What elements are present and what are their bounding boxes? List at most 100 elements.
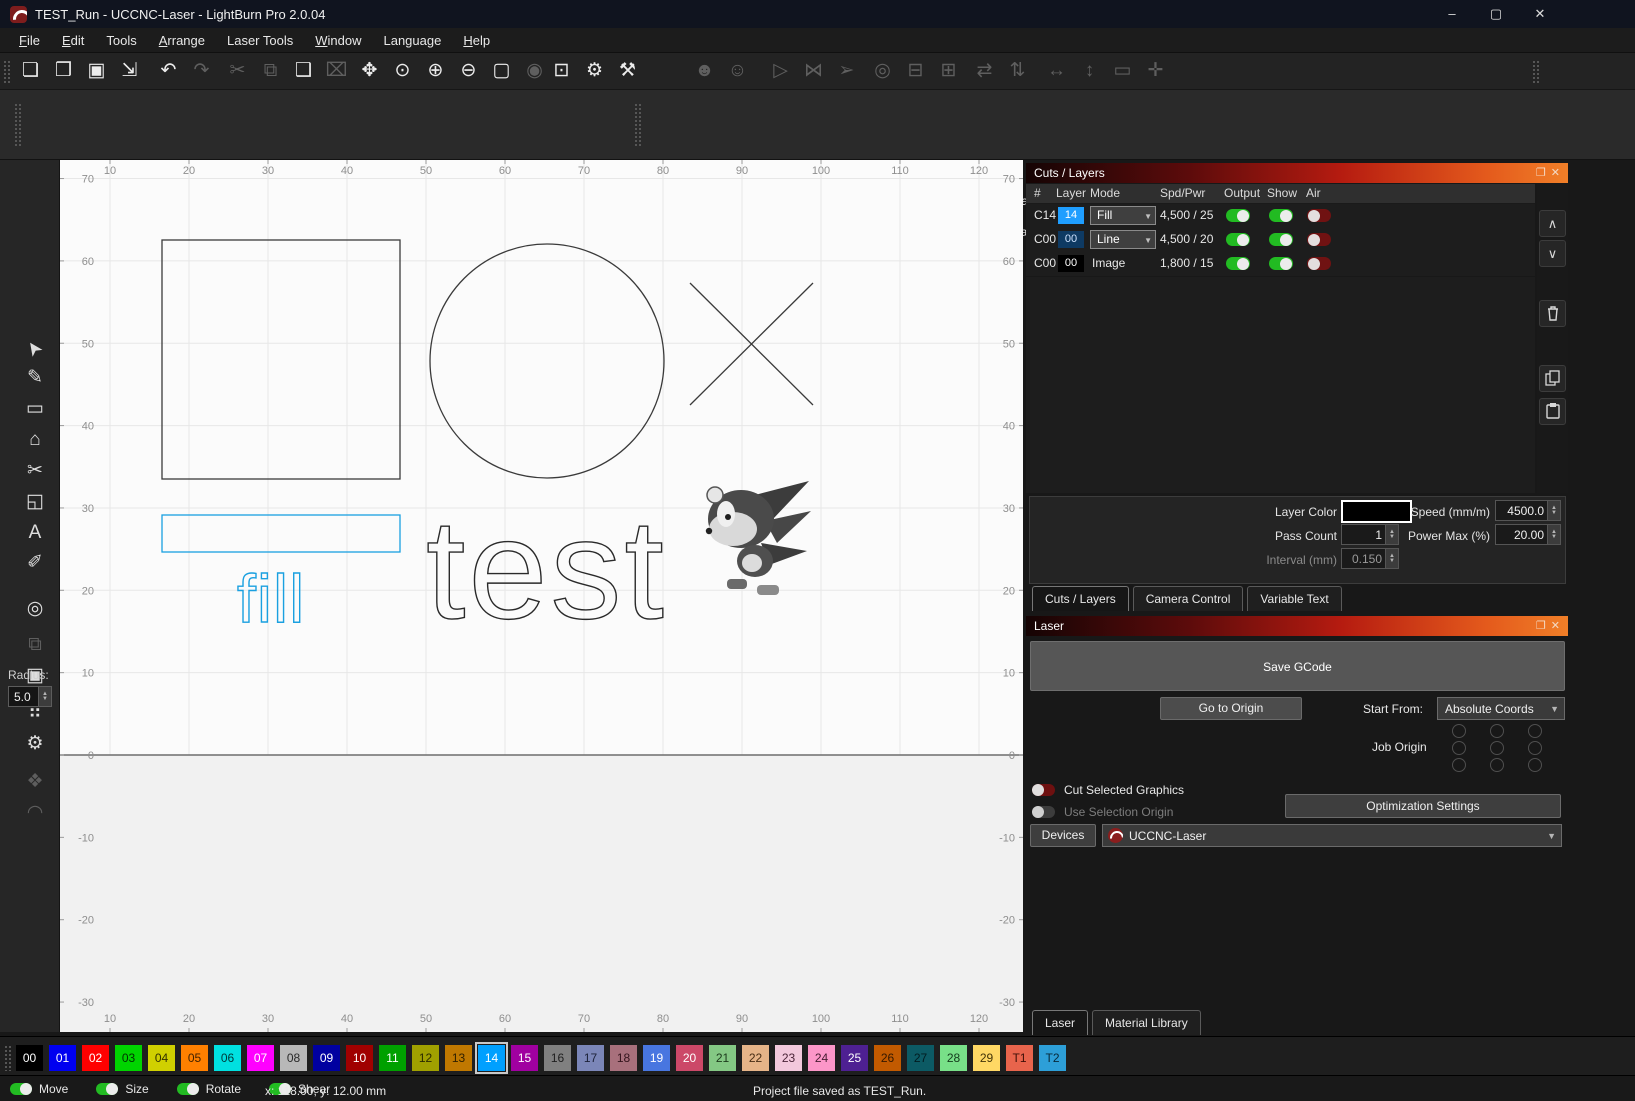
device-select[interactable]: UCCNC-Laser ▼	[1102, 824, 1562, 847]
goto-origin-button[interactable]: Go to Origin	[1160, 697, 1302, 720]
move-cross-icon[interactable]: ✛	[1139, 55, 1172, 87]
layer-paste-button[interactable]	[1539, 398, 1566, 425]
layer-delete-button[interactable]	[1539, 300, 1566, 327]
palette-02[interactable]: 02	[82, 1045, 109, 1071]
tab-variable-text[interactable]: Variable Text	[1247, 586, 1342, 611]
menu-help[interactable]: Help	[452, 33, 501, 48]
palette-11[interactable]: 11	[379, 1045, 406, 1071]
round-shape-tool[interactable]: ❖	[18, 768, 52, 796]
arc-tool-tool[interactable]: ◠	[18, 799, 52, 827]
layer-color-chip[interactable]: 14	[1058, 207, 1084, 224]
speed-spinner[interactable]: ▲ ▼	[1547, 501, 1560, 520]
start-from-select[interactable]: Absolute Coords ▼	[1437, 697, 1565, 720]
canvas-drawing[interactable]: 1010202030304040505060607070808090901001…	[60, 160, 1023, 1032]
status-size-toggle[interactable]	[96, 1083, 119, 1095]
toolbar-overflow-handle[interactable]	[1532, 60, 1540, 84]
layer-move-down-button[interactable]: ∨	[1539, 240, 1566, 267]
edit-nodes-tool[interactable]: ◱	[18, 488, 52, 516]
palette-24[interactable]: 24	[808, 1045, 835, 1071]
palette-05[interactable]: 05	[181, 1045, 208, 1071]
save-gcode-button[interactable]: Save GCode	[1030, 641, 1565, 691]
palette-21[interactable]: 21	[709, 1045, 736, 1071]
cut-selected-toggle[interactable]	[1032, 784, 1055, 796]
float-laser-icon[interactable]: ❐	[1536, 619, 1546, 633]
show-toggle[interactable]	[1269, 209, 1293, 222]
job-origin-selector[interactable]	[1452, 724, 1566, 775]
measure-tool[interactable]: ✐	[18, 549, 52, 577]
new-file-icon[interactable]: ❏	[14, 55, 47, 87]
show-toggle[interactable]	[1269, 257, 1293, 270]
show-toggle[interactable]	[1269, 233, 1293, 246]
group-icon[interactable]: ☻	[688, 55, 721, 87]
laser-panel-header[interactable]: Laser ❐ ✕	[1026, 616, 1568, 636]
air-toggle[interactable]	[1307, 257, 1331, 270]
layer-row[interactable]: C00 00 Line ▼ 4,500 / 20	[1026, 228, 1535, 252]
machine-settings-icon[interactable]: ⚒	[611, 55, 644, 87]
tab-cuts-layers[interactable]: Cuts / Layers	[1032, 586, 1129, 611]
ungroup-icon[interactable]: ☺	[721, 55, 754, 87]
flip-vertical-icon[interactable]: ▷	[764, 55, 797, 87]
palette-22[interactable]: 22	[742, 1045, 769, 1071]
polygon-tool[interactable]: ⌂	[18, 426, 52, 454]
palette-25[interactable]: 25	[841, 1045, 868, 1071]
size-v-icon[interactable]: ↕	[1073, 55, 1106, 87]
palette-26[interactable]: 26	[874, 1045, 901, 1071]
palette-T2[interactable]: T2	[1039, 1045, 1066, 1071]
palette-27[interactable]: 27	[907, 1045, 934, 1071]
offset-shapes-tool[interactable]: ⧉	[18, 631, 52, 659]
toolbar-drag-handle[interactable]	[3, 60, 11, 84]
settings-gear-icon[interactable]: ⚙	[578, 55, 611, 87]
layer-mode-select[interactable]: Fill ▼	[1090, 206, 1156, 225]
paste-icon[interactable]: ❑	[287, 55, 320, 87]
menu-laser-tools[interactable]: Laser Tools	[216, 33, 304, 48]
palette-15[interactable]: 15	[511, 1045, 538, 1071]
palette-07[interactable]: 07	[247, 1045, 274, 1071]
rectangle-tool[interactable]: ▭	[18, 395, 52, 423]
tab-camera-control[interactable]: Camera Control	[1132, 586, 1244, 611]
distribute-h-icon[interactable]: ⇄	[968, 55, 1001, 87]
text-tool[interactable]: A	[18, 519, 52, 547]
copy-icon[interactable]: ⧉	[254, 55, 287, 87]
power-max-spinner[interactable]: ▲ ▼	[1547, 525, 1560, 544]
maximize-button[interactable]: ▢	[1474, 0, 1518, 28]
menu-window[interactable]: Window	[304, 33, 372, 48]
palette-12[interactable]: 12	[412, 1045, 439, 1071]
zoom-in-icon[interactable]: ⊕	[419, 55, 452, 87]
palette-08[interactable]: 08	[280, 1045, 307, 1071]
air-toggle[interactable]	[1307, 233, 1331, 246]
palette-14[interactable]: 14	[475, 1042, 508, 1074]
optimization-settings-button[interactable]: Optimization Settings	[1285, 794, 1561, 818]
power-max-field[interactable]: 20.00 ▲ ▼	[1495, 524, 1561, 545]
palette-16[interactable]: 16	[544, 1045, 571, 1071]
palette-18[interactable]: 18	[610, 1045, 637, 1071]
cuts-layers-header[interactable]: Cuts / Layers ❐ ✕	[1026, 163, 1568, 183]
output-toggle[interactable]	[1226, 233, 1250, 246]
palette-03[interactable]: 03	[115, 1045, 142, 1071]
menu-language[interactable]: Language	[372, 33, 452, 48]
menu-edit[interactable]: Edit	[51, 33, 95, 48]
menu-file[interactable]: File	[8, 33, 51, 48]
palette-19[interactable]: 19	[643, 1045, 670, 1071]
air-toggle[interactable]	[1307, 209, 1331, 222]
output-toggle[interactable]	[1226, 209, 1250, 222]
palette-06[interactable]: 06	[214, 1045, 241, 1071]
undo-icon[interactable]: ↶	[152, 55, 185, 87]
font-drag-handle[interactable]	[634, 103, 642, 147]
close-panel-icon[interactable]: ✕	[1551, 166, 1560, 180]
transform-drag-handle[interactable]	[14, 103, 22, 147]
palette-20[interactable]: 20	[676, 1045, 703, 1071]
devices-button[interactable]: Devices	[1030, 824, 1096, 847]
align-h-icon[interactable]: ⊟	[899, 55, 932, 87]
radius-spinner[interactable]: ▲ ▼	[38, 687, 51, 706]
layer-color-chip[interactable]: 00	[1058, 231, 1084, 248]
distribute-v-icon[interactable]: ⇅	[1001, 55, 1034, 87]
output-toggle[interactable]	[1226, 257, 1250, 270]
palette-T1[interactable]: T1	[1006, 1045, 1033, 1071]
palette-04[interactable]: 04	[148, 1045, 175, 1071]
layer-row[interactable]: C00 00 Image 1,800 / 15	[1026, 252, 1535, 276]
layer-row[interactable]: C14 14 Fill ▼ 4,500 / 25	[1026, 204, 1535, 228]
palette-01[interactable]: 01	[49, 1045, 76, 1071]
dock-icon[interactable]: ▭	[1106, 55, 1139, 87]
menu-arrange[interactable]: Arrange	[148, 33, 216, 48]
preview-icon[interactable]: ⊡	[545, 55, 578, 87]
